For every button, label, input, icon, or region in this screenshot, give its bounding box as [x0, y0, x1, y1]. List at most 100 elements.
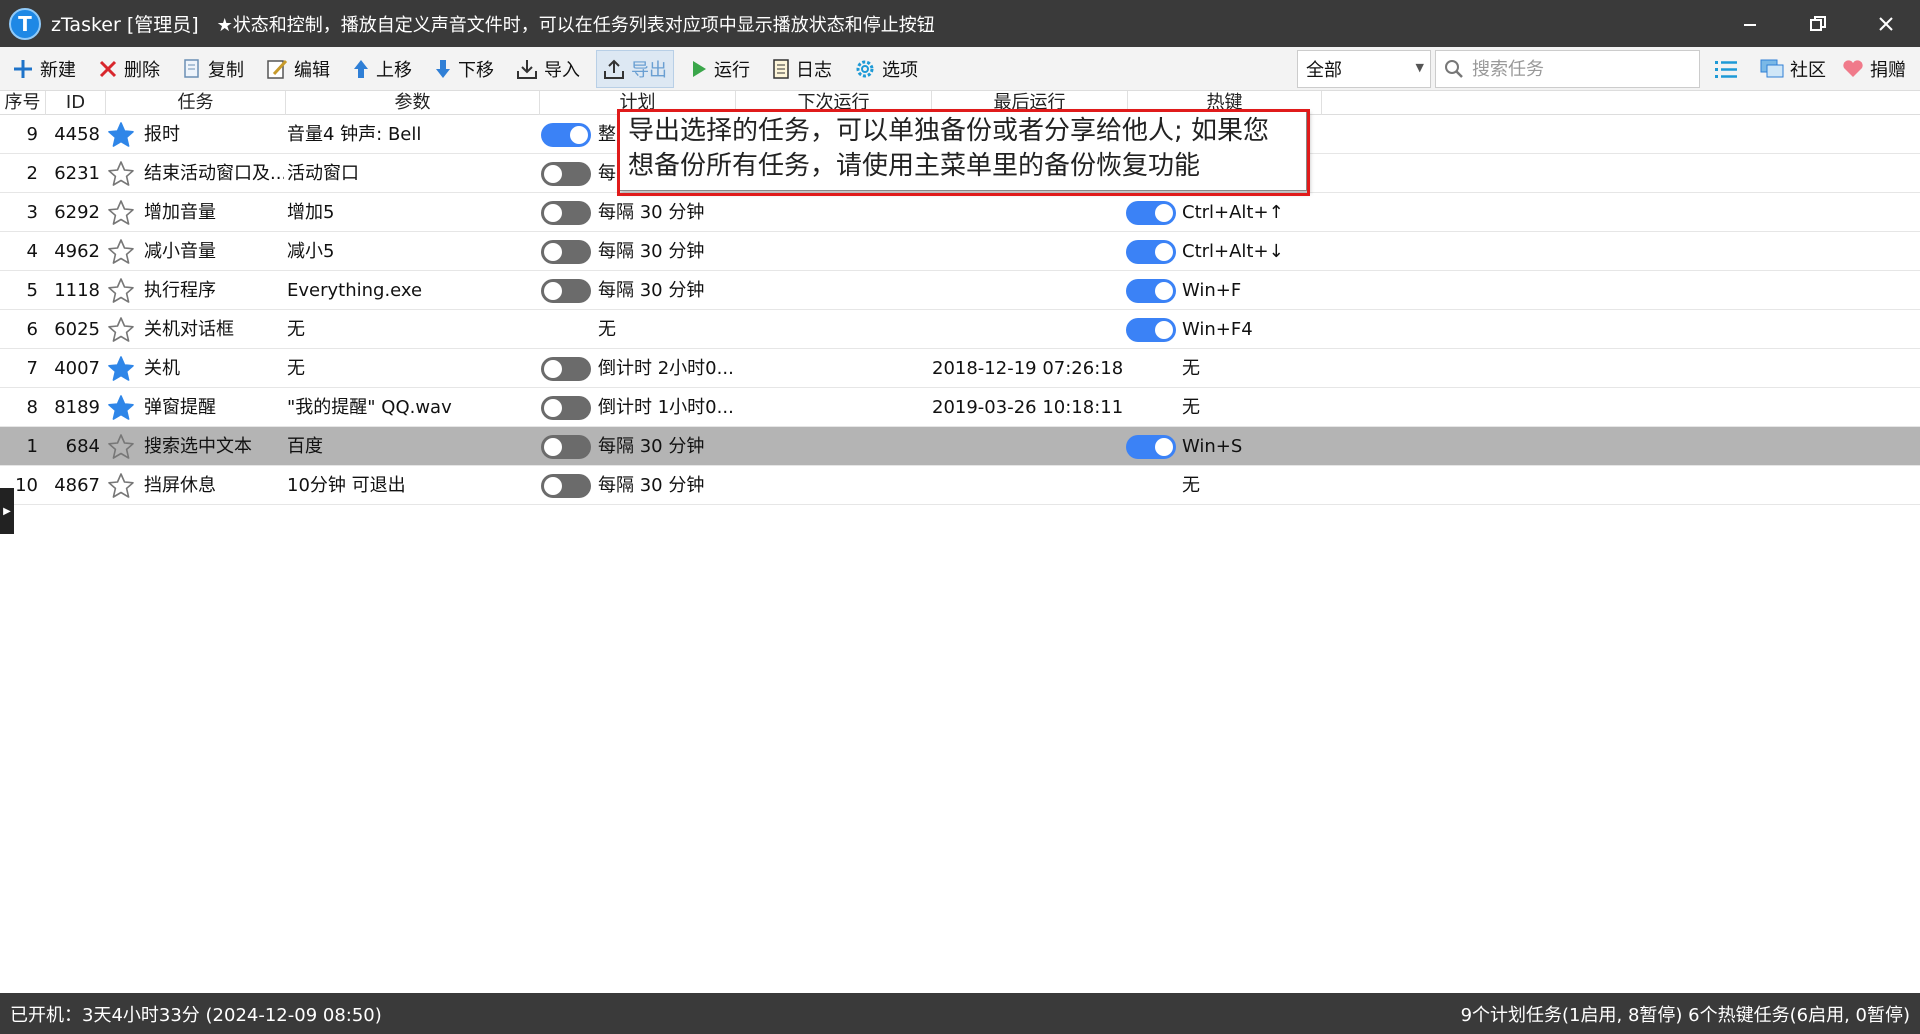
export-button[interactable]: 导出	[596, 49, 674, 88]
task-plan: 每隔 30 分钟	[598, 202, 705, 223]
schedule-toggle[interactable]	[541, 474, 591, 498]
star-outline-icon[interactable]	[108, 317, 136, 343]
row-id: 4458	[54, 124, 100, 145]
task-param: "我的提醒" QQ.wav	[287, 397, 452, 418]
tooltip-line-1: 导出选择的任务，可以单独备份或者分享给他人; 如果您	[628, 116, 1270, 146]
task-plan: 每隔 30 分钟	[598, 280, 705, 301]
arrow-down-icon	[436, 59, 450, 78]
table-row[interactable]: 4 4962 减小音量 减小5 每隔 30 分钟 Ctrl+Alt+↓	[0, 232, 1920, 271]
task-last-run	[932, 466, 1132, 505]
window-controls	[1716, 0, 1920, 47]
schedule-toggle[interactable]	[541, 357, 591, 381]
options-label: 选项	[882, 59, 918, 81]
table-row[interactable]: 5 1118 执行程序 Everything.exe 每隔 30 分钟 Win+F	[0, 271, 1920, 310]
community-button[interactable]: 社区	[1754, 50, 1832, 88]
task-hotkey: Win+F4	[1182, 319, 1253, 340]
row-id: 684	[65, 436, 100, 457]
star-filled-icon[interactable]	[108, 395, 136, 421]
donate-button[interactable]: 捐赠	[1836, 50, 1912, 88]
export-tooltip: 导出选择的任务，可以单独备份或者分享给他人; 如果您 想备份所有任务，请使用主菜…	[617, 109, 1307, 191]
row-id: 4007	[54, 358, 100, 379]
log-icon	[773, 58, 789, 79]
hotkey-toggle[interactable]	[1126, 279, 1176, 303]
restore-button[interactable]	[1784, 0, 1852, 47]
uptime-text: 已开机：3天4小时33分 (2024-12-09 08:50)	[10, 1004, 382, 1026]
star-outline-icon[interactable]	[108, 278, 136, 304]
import-button[interactable]: 导入	[510, 50, 586, 88]
title-message: ★状态和控制，播放自定义声音文件时，可以在任务列表对应项中显示播放状态和停止按钮	[216, 14, 935, 36]
gear-icon	[856, 60, 874, 77]
col-param[interactable]: 参数	[286, 91, 540, 115]
hotkey-toggle[interactable]	[1126, 435, 1176, 459]
task-param: 无	[287, 319, 305, 340]
task-hotkey: 无	[1182, 475, 1200, 496]
list-view-button[interactable]	[1708, 50, 1750, 88]
task-name: 关机对话框	[144, 319, 234, 340]
schedule-toggle[interactable]	[541, 435, 591, 459]
table-row[interactable]: 6 6025 关机对话框 无 无 Win+F4	[0, 310, 1920, 349]
hotkey-toggle[interactable]	[1126, 240, 1176, 264]
task-summary: 9个计划任务(1启用, 8暂停) 6个热键任务(6启用, 0暂停)	[1460, 1004, 1910, 1026]
star-outline-icon[interactable]	[108, 434, 136, 460]
minimize-button[interactable]	[1716, 0, 1784, 47]
move-down-label: 下移	[458, 59, 494, 81]
table-row[interactable]: 1 684 搜索选中文本 百度 每隔 30 分钟 Win+S	[0, 427, 1920, 466]
task-name: 报时	[144, 124, 180, 145]
row-id: 1118	[54, 280, 100, 301]
task-plan: 每隔 30 分钟	[598, 241, 705, 262]
star-outline-icon[interactable]	[108, 200, 136, 226]
schedule-toggle[interactable]	[541, 162, 591, 186]
new-button[interactable]: 新建	[6, 50, 82, 88]
run-button[interactable]: 运行	[684, 50, 756, 88]
hotkey-toggle[interactable]	[1126, 318, 1176, 342]
table-row[interactable]: 10 4867 挡屏休息 10分钟 可退出 每隔 30 分钟无	[0, 466, 1920, 505]
task-name: 搜索选中文本	[144, 436, 252, 457]
star-filled-icon[interactable]	[108, 356, 136, 382]
star-outline-icon[interactable]	[108, 239, 136, 265]
new-label: 新建	[40, 59, 76, 81]
edit-button[interactable]: 编辑	[260, 50, 336, 88]
table-row[interactable]: 8 8189 弹窗提醒 "我的提醒" QQ.wav 倒计时 1小时0... 2019-03…	[0, 388, 1920, 427]
task-last-run	[932, 427, 1132, 466]
schedule-toggle[interactable]	[541, 201, 591, 225]
move-up-button[interactable]: 上移	[346, 50, 418, 88]
star-outline-icon[interactable]	[108, 161, 136, 187]
task-last-run: 2018-12-19 07:26:18	[932, 358, 1124, 379]
log-button[interactable]: 日志	[766, 50, 838, 88]
delete-x-icon	[99, 60, 117, 77]
schedule-toggle[interactable]	[541, 396, 591, 420]
side-panel-toggle[interactable]: ▶	[0, 488, 14, 534]
task-param: 减小5	[287, 241, 335, 262]
col-num[interactable]: 序号	[0, 91, 46, 115]
task-name: 增加音量	[144, 202, 216, 223]
copy-button[interactable]: 复制	[176, 50, 250, 88]
table-row[interactable]: 7 4007 关机 无 倒计时 2小时0... 2018-12-19 07:26:18 无	[0, 349, 1920, 388]
task-param: 10分钟 可退出	[287, 475, 406, 496]
row-id: 8189	[54, 397, 100, 418]
star-filled-icon[interactable]	[108, 122, 136, 148]
task-name: 结束活动窗口及...	[144, 163, 284, 184]
schedule-toggle[interactable]	[541, 279, 591, 303]
table-row[interactable]: 3 6292 增加音量 增加5 每隔 30 分钟 Ctrl+Alt+↑	[0, 193, 1920, 232]
close-icon	[1879, 16, 1893, 31]
options-button[interactable]: 选项	[848, 50, 924, 88]
search-input[interactable]	[1472, 58, 1682, 80]
schedule-toggle[interactable]	[541, 123, 591, 147]
col-id[interactable]: ID	[46, 91, 106, 115]
hotkey-toggle[interactable]	[1126, 201, 1176, 225]
task-name: 挡屏休息	[144, 475, 216, 496]
task-param: Everything.exe	[287, 280, 423, 301]
task-param: 无	[287, 358, 305, 379]
move-down-button[interactable]: 下移	[428, 50, 500, 88]
row-number: 7	[26, 358, 38, 379]
filter-select[interactable]: 全部 ▼	[1297, 50, 1431, 88]
search-box[interactable]	[1435, 50, 1700, 88]
delete-button[interactable]: 删除	[92, 50, 166, 88]
close-button[interactable]	[1852, 0, 1920, 47]
donate-label: 捐赠	[1870, 60, 1906, 81]
task-last-run	[932, 310, 1132, 349]
star-outline-icon[interactable]	[108, 473, 136, 499]
schedule-toggle[interactable]	[541, 240, 591, 264]
row-id: 4867	[54, 475, 100, 496]
col-task[interactable]: 任务	[106, 91, 286, 115]
